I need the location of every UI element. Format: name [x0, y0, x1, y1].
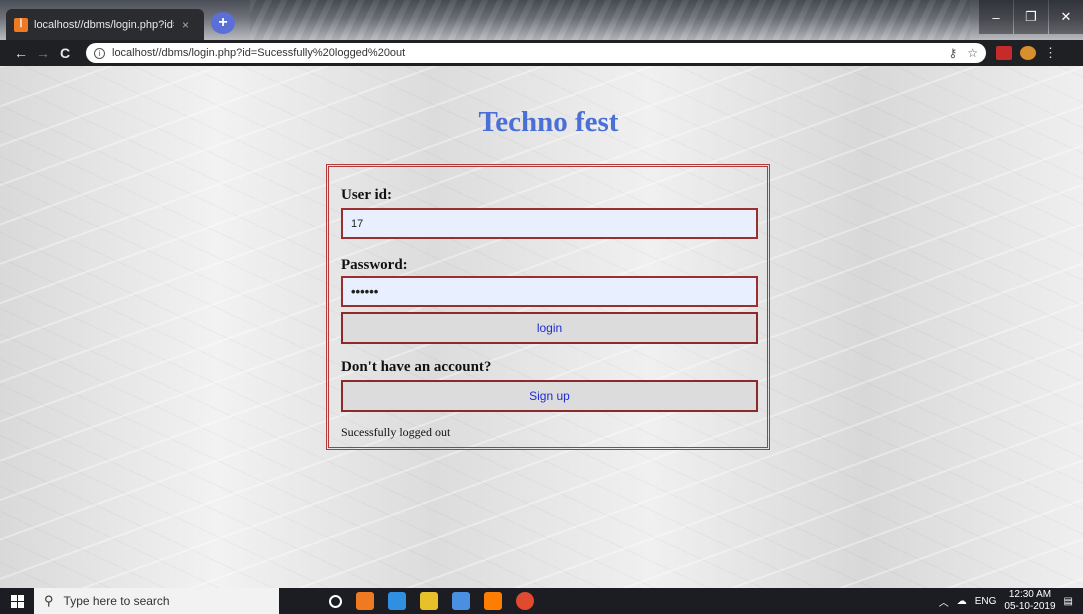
- taskbar-apps: [329, 592, 534, 610]
- notifications-icon[interactable]: ▤: [1064, 596, 1073, 607]
- no-account-label: Don't have an account?: [341, 359, 492, 375]
- system-tray: ︿ ☁ ENG 12:30 AM 05-10-2019 ▤: [939, 589, 1083, 613]
- signup-button[interactable]: Sign up: [341, 380, 758, 412]
- search-placeholder: Type here to search: [63, 594, 170, 608]
- menu-icon[interactable]: ⋮: [1044, 45, 1057, 61]
- start-button[interactable]: [0, 588, 34, 614]
- info-icon[interactable]: i: [94, 47, 105, 59]
- firefox-app-icon[interactable]: [484, 592, 502, 610]
- windows-logo-icon: [10, 594, 24, 608]
- userid-label: User id:: [341, 187, 392, 203]
- browser-tabbar: ꟾ localhost//dbms/login.php?id=S × + – ❐…: [0, 0, 1083, 40]
- page-title: Techno fest: [478, 106, 619, 138]
- login-form: User id: 17 Password: •••••• login Don't…: [326, 164, 770, 450]
- forward-button[interactable]: →: [32, 45, 54, 61]
- minimize-button[interactable]: –: [979, 0, 1013, 34]
- xampp-app-icon[interactable]: [356, 592, 374, 610]
- windows-taskbar: ⚲ Type here to search ︿ ☁ ENG 12:30 AM 0…: [0, 588, 1083, 614]
- extensions: ⋮: [996, 45, 1057, 61]
- extension-icon[interactable]: [1020, 46, 1036, 60]
- password-input[interactable]: ••••••: [341, 276, 758, 307]
- clock-time: 12:30 AM: [1008, 589, 1052, 600]
- taskbar-search[interactable]: ⚲ Type here to search: [34, 588, 279, 614]
- file-explorer-icon[interactable]: [452, 592, 470, 610]
- key-icon[interactable]: ⚷: [948, 46, 957, 60]
- clock[interactable]: 12:30 AM 05-10-2019: [1004, 589, 1055, 613]
- password-label: Password:: [341, 257, 408, 273]
- search-icon: ⚲: [44, 593, 54, 608]
- show-hidden-icons-icon[interactable]: ︿: [939, 594, 949, 609]
- userid-input[interactable]: 17: [341, 208, 758, 239]
- login-button[interactable]: login: [341, 312, 758, 344]
- page-content: Techno fest User id: 17 Password: ••••••…: [0, 66, 1083, 588]
- vscode-app-icon[interactable]: [388, 592, 406, 610]
- pdf-extension-icon[interactable]: [996, 46, 1012, 60]
- cortana-icon[interactable]: [329, 594, 342, 608]
- back-button[interactable]: ←: [10, 45, 32, 61]
- url-text: localhost//dbms/login.php?id=Sucessfully…: [112, 47, 406, 59]
- close-window-button[interactable]: ✕: [1049, 0, 1083, 34]
- status-message: Sucessfully logged out: [341, 425, 451, 439]
- browser-tab[interactable]: ꟾ localhost//dbms/login.php?id=S ×: [6, 9, 204, 40]
- xampp-favicon-icon: ꟾ: [14, 17, 28, 32]
- tab-close-icon[interactable]: ×: [182, 18, 189, 32]
- window-controls: – ❐ ✕: [978, 0, 1083, 34]
- reload-button[interactable]: C: [54, 45, 76, 61]
- restore-button[interactable]: ❐: [1014, 0, 1048, 34]
- sublime-app-icon[interactable]: [420, 592, 438, 610]
- star-icon[interactable]: ☆: [967, 46, 978, 60]
- cloud-icon[interactable]: ☁: [957, 596, 967, 607]
- new-tab-button[interactable]: +: [211, 12, 235, 34]
- tab-title: localhost//dbms/login.php?id=S: [34, 18, 174, 31]
- browser-toolbar: ← → C i localhost//dbms/login.php?id=Suc…: [0, 40, 1083, 66]
- address-bar[interactable]: i localhost//dbms/login.php?id=Sucessful…: [86, 43, 986, 63]
- language-indicator[interactable]: ENG: [975, 596, 997, 607]
- chrome-app-icon[interactable]: [516, 592, 534, 610]
- clock-date: 05-10-2019: [1004, 601, 1056, 612]
